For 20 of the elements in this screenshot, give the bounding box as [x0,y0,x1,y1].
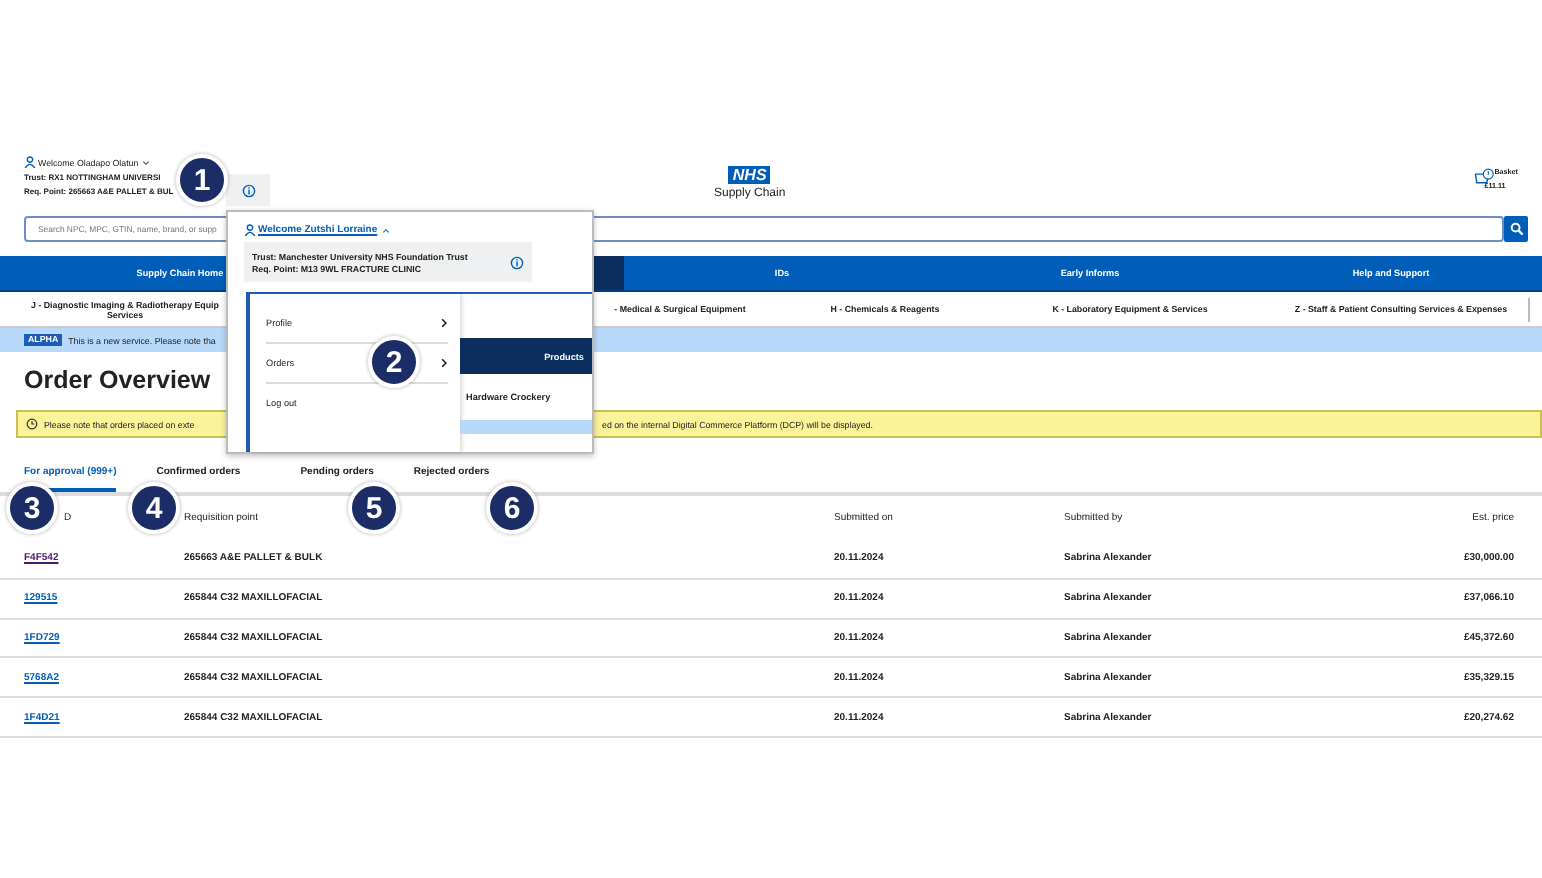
step-number-badge: 3 [6,482,58,534]
search-button[interactable] [1504,216,1528,242]
basket-icon[interactable] [1474,168,1495,186]
page-title: Order Overview [24,364,211,398]
user-icon [24,156,36,168]
info-icon[interactable] [510,255,524,269]
step-number-badge: 1 [176,154,228,206]
chevron-icon [440,358,448,368]
info-icon[interactable] [241,183,255,197]
caret-icon [142,159,151,165]
step-number-badge: 6 [486,482,538,534]
caret-icon [381,227,390,233]
chevron-icon [440,318,448,328]
clock-icon [26,418,38,430]
search-icon [1509,222,1523,236]
user-icon [244,224,256,236]
menu-highlight-strip [460,420,592,434]
step-number-badge: 5 [348,482,400,534]
nhs-logo[interactable]: NHS [728,166,771,184]
step-number-badge: 4 [128,482,180,534]
